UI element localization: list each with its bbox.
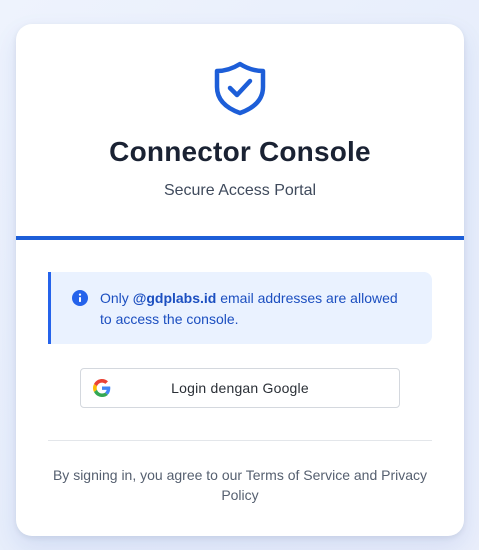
card-header: Connector Console Secure Access Portal <box>16 24 464 236</box>
google-login-button[interactable]: Login dengan Google <box>80 368 400 408</box>
footer-divider <box>48 440 432 441</box>
notice-domain: @gdplabs.id <box>132 290 217 306</box>
info-icon <box>72 290 88 306</box>
login-card: Connector Console Secure Access Portal O… <box>16 24 464 536</box>
accent-divider <box>16 236 464 240</box>
terms-conjunction: and <box>349 467 382 483</box>
shield-check-icon <box>214 61 266 116</box>
page-title: Connector Console <box>109 136 371 167</box>
page-subtitle: Secure Access Portal <box>163 182 317 199</box>
notice-prefix: Only <box>100 290 133 306</box>
terms-of-service-link[interactable]: Terms of Service <box>246 467 350 483</box>
domain-notice: Only @gdplabs.id email addresses are all… <box>48 272 432 344</box>
terms-prefix: By signing in, you agree to our <box>52 467 246 483</box>
notice-text: Only @gdplabs.id email addresses are all… <box>100 288 412 330</box>
terms-notice: By signing in, you agree to our Terms of… <box>48 465 432 505</box>
google-login-label: Login dengan Google <box>171 380 309 396</box>
